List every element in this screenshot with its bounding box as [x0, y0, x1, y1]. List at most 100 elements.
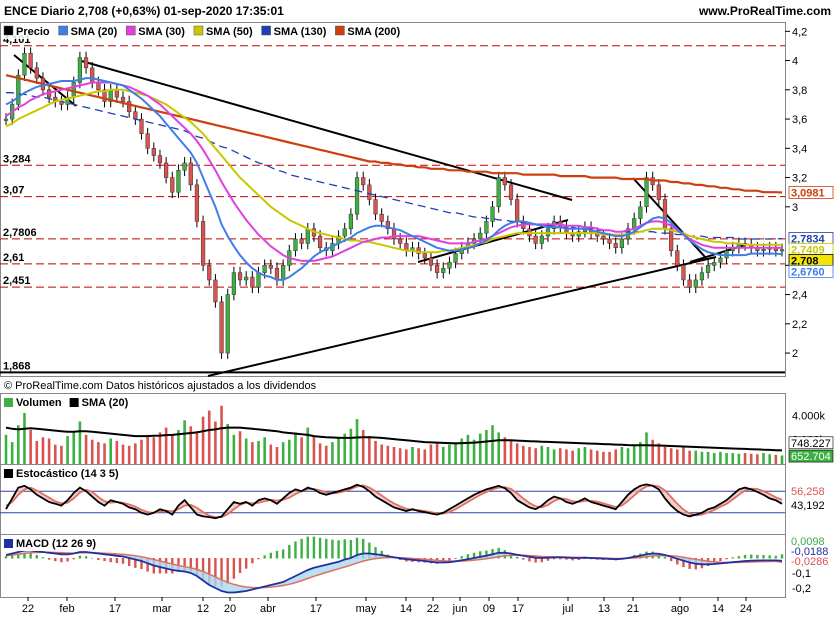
- candle-body: [22, 53, 27, 76]
- volume-bar: [152, 437, 156, 464]
- candle-body: [317, 235, 323, 249]
- macd-histogram-bar: [226, 558, 229, 584]
- candle-body: [120, 96, 126, 102]
- candle-body: [293, 238, 298, 251]
- volume-bar: [78, 421, 82, 464]
- volume-bar: [595, 450, 599, 464]
- volume-bar: [534, 448, 537, 464]
- candle-body: [422, 253, 427, 259]
- candle-body: [447, 262, 452, 269]
- macd-histogram-bar: [780, 554, 784, 559]
- volume-bar: [97, 442, 100, 464]
- candle-body: [533, 235, 538, 244]
- volume-bar: [423, 449, 427, 464]
- macd-histogram-bar: [725, 558, 728, 560]
- macd-histogram-bar: [109, 558, 112, 563]
- volume-bar: [183, 420, 186, 464]
- candle-body: [114, 89, 119, 98]
- macd-histogram-bar: [522, 558, 525, 560]
- price-level-label: 2,7806: [3, 227, 37, 239]
- x-tick-label: feb: [59, 603, 74, 615]
- volume-bar: [158, 432, 162, 464]
- volume-bar: [583, 447, 587, 464]
- candle-body: [200, 221, 206, 266]
- volume-bar: [497, 432, 500, 464]
- stochastic-value-label: 56,258: [791, 486, 825, 498]
- candle-body: [379, 213, 384, 222]
- volume-bar: [164, 427, 168, 464]
- candle-body: [675, 250, 680, 266]
- x-tick-label: jul: [561, 603, 573, 615]
- y-tick-label: 2: [792, 348, 798, 360]
- volume-bar: [374, 440, 377, 464]
- candle-body: [71, 82, 76, 98]
- volume-bar: [485, 430, 488, 464]
- volume-bar: [257, 440, 260, 464]
- macd-legend-swatch: [4, 539, 13, 548]
- volume-bar: [743, 453, 747, 464]
- candle-body: [219, 301, 224, 354]
- x-tick-label: 24: [740, 603, 752, 615]
- volume-bar: [238, 431, 242, 464]
- y-tick-label: 2,4: [792, 290, 807, 302]
- volume-panel: 4.000k2.000k748.227652.704VolumenSMA (20…: [2, 395, 834, 464]
- macd-tick-label: -0,1: [792, 568, 811, 580]
- volume-bar: [41, 437, 45, 464]
- macd-histogram-bar: [91, 558, 94, 559]
- volume-bar: [749, 453, 753, 464]
- stochastic-legend-swatch: [4, 469, 13, 478]
- macd-histogram-bar: [762, 555, 765, 559]
- volume-bar: [706, 451, 710, 464]
- volume-bar: [589, 449, 593, 464]
- macd-tick-label: -0,2: [792, 583, 811, 595]
- candle-body: [453, 253, 458, 263]
- candle-body: [83, 57, 89, 69]
- candle-body: [176, 170, 181, 193]
- volume-bar: [762, 453, 765, 464]
- volume-bar: [454, 442, 457, 464]
- volume-bar: [441, 447, 445, 464]
- x-tick-label: 22: [427, 603, 439, 615]
- x-tick-label: 14: [712, 603, 724, 615]
- macd-histogram-bar: [349, 540, 353, 559]
- volume-legend-swatch: [4, 398, 13, 407]
- volume-bar: [725, 453, 728, 464]
- volume-bar: [682, 445, 685, 464]
- volume-bar: [66, 436, 69, 464]
- macd-histogram-bar: [238, 558, 242, 574]
- volume-bar: [368, 436, 371, 464]
- moving-averages: [5, 74, 783, 281]
- volume-bar: [355, 419, 359, 464]
- candle-body: [638, 206, 643, 219]
- candle-body: [367, 184, 372, 200]
- volume-bar: [232, 434, 236, 464]
- macd-histogram-bar: [343, 539, 346, 559]
- candle-body: [490, 206, 495, 222]
- macd-histogram-bar: [41, 557, 45, 559]
- x-tick-label: 17: [310, 603, 322, 615]
- volume-bar: [349, 428, 353, 464]
- stochastic-legend-label: Estocástico (14 3 5): [16, 468, 119, 480]
- legend-swatch: [58, 25, 68, 36]
- candle-body: [3, 118, 9, 121]
- candle-body: [250, 276, 255, 288]
- candle-body: [718, 257, 723, 263]
- price-candles: [3, 47, 785, 359]
- volume-bar: [780, 455, 784, 464]
- macd-histogram-bar: [97, 558, 100, 560]
- volume-bar: [694, 450, 698, 464]
- macd-histogram-bar: [54, 558, 57, 562]
- macd-value-label: -0,0286: [791, 556, 828, 568]
- macd-histogram-bar: [466, 554, 470, 559]
- macd-histogram-bar: [318, 537, 322, 559]
- candle-body: [693, 279, 698, 288]
- x-tick-label: 13: [598, 603, 610, 615]
- volume-bar: [737, 453, 741, 464]
- volume-bar: [676, 449, 679, 464]
- volume-bar: [226, 423, 230, 464]
- panel-frames: [0, 22, 786, 598]
- volume-bar: [712, 453, 716, 464]
- candle-body: [354, 177, 360, 215]
- macd-histogram-bar: [60, 558, 63, 563]
- volume-bar: [478, 433, 482, 464]
